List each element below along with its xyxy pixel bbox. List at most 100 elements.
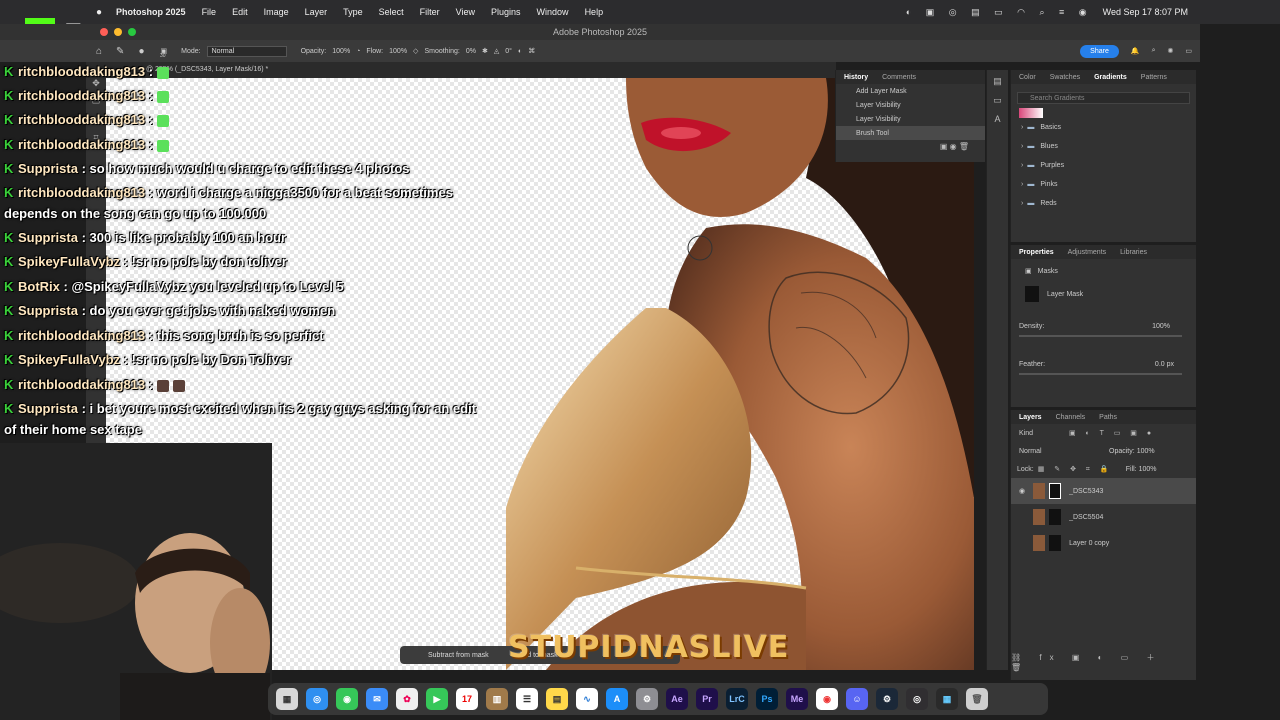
angle-value[interactable]: 0° xyxy=(505,48,512,55)
history-panel-icon[interactable]: ▤ xyxy=(987,76,1008,87)
layer-filter-icons[interactable]: ▣ ◐ T ▭ ▣ ● xyxy=(1069,429,1155,437)
obs-icon[interactable]: ◎ xyxy=(906,688,928,710)
menu-file[interactable]: File xyxy=(202,7,217,17)
brush-tool-icon[interactable]: ✎ xyxy=(116,46,124,57)
menu-plugins[interactable]: Plugins xyxy=(491,7,521,17)
lightroom-classic-icon[interactable]: LrC xyxy=(726,688,748,710)
density-value[interactable]: 100% xyxy=(1152,323,1170,330)
gradients-search-input[interactable]: Search Gradients xyxy=(1017,92,1190,104)
gradient-folder[interactable]: › ▬ Pinks xyxy=(1011,175,1196,194)
steam-icon[interactable]: ⚙ xyxy=(876,688,898,710)
gradient-folder[interactable]: › ▬ Reds xyxy=(1011,194,1196,213)
layers-footer-icons[interactable]: ⛓ fx ▣ ◐ ▭ ＋ 🗑 xyxy=(1011,652,1188,672)
tab-layers[interactable]: Layers xyxy=(1019,414,1042,421)
gradient-folder[interactable]: › ▬ Basics xyxy=(1011,118,1196,137)
comments-panel-icon[interactable]: ▭ xyxy=(987,95,1008,106)
history-item[interactable]: Add Layer Mask xyxy=(836,84,985,98)
subtract-from-mask-button[interactable]: Subtract from mask xyxy=(428,652,489,659)
trash-icon[interactable]: 🗑 xyxy=(966,688,988,710)
gradient-folder[interactable]: › ▬ Blues xyxy=(1011,137,1196,156)
feather-slider[interactable] xyxy=(1019,373,1182,375)
status-icons[interactable]: ◐ ▣ ◎ ▤ ▭ ◠ ⌕ ≡ ◉ xyxy=(906,7,1093,18)
menu-window[interactable]: Window xyxy=(537,7,569,17)
messages-icon[interactable]: ◉ xyxy=(336,688,358,710)
menu-help[interactable]: Help xyxy=(585,7,604,17)
layer-row[interactable]: ◉ _DSC5504 xyxy=(1011,504,1196,530)
tab-adjustments[interactable]: Adjustments xyxy=(1068,249,1107,256)
symmetry-icon[interactable]: ⌘ xyxy=(528,47,535,55)
reminders-icon[interactable]: ☰ xyxy=(516,688,538,710)
feather-value[interactable]: 0.0 px xyxy=(1155,361,1174,368)
share-button[interactable]: Share xyxy=(1080,44,1119,58)
menu-edit[interactable]: Edit xyxy=(232,7,248,17)
grid-app-icon[interactable]: ▦ xyxy=(936,688,958,710)
chrome-icon[interactable]: ◉ xyxy=(816,688,838,710)
tab-gradients[interactable]: Gradients xyxy=(1094,74,1127,81)
files-icon[interactable]: ▥ xyxy=(486,688,508,710)
history-item[interactable]: Layer Visibility xyxy=(836,112,985,126)
gradient-folder[interactable]: › ▬ Purples xyxy=(1011,156,1196,175)
mode-select[interactable]: Normal xyxy=(206,45,287,57)
smoothing-value[interactable]: 0% xyxy=(466,48,476,55)
window-minimize-icon[interactable] xyxy=(114,28,122,36)
eye-icon[interactable]: ◉ xyxy=(1019,513,1025,521)
layer-kind-filter[interactable]: Kind xyxy=(1019,430,1069,437)
menubar-app-name[interactable]: Photoshop 2025 xyxy=(116,7,186,17)
photoshop-icon[interactable]: Ps xyxy=(756,688,778,710)
pressure-opacity-icon[interactable]: ◔ xyxy=(356,48,360,55)
menubar-clock[interactable]: Wed Sep 17 8:07 PM xyxy=(1103,7,1188,17)
photos-icon[interactable]: ✿ xyxy=(396,688,418,710)
fill-value[interactable]: 100% xyxy=(1139,466,1157,473)
tab-comments[interactable]: Comments xyxy=(882,74,916,81)
blend-mode-select[interactable]: Normal xyxy=(1019,448,1109,455)
mail-icon[interactable]: ✉ xyxy=(366,688,388,710)
notes-icon[interactable]: ▤ xyxy=(546,688,568,710)
menu-filter[interactable]: Filter xyxy=(420,7,440,17)
layer-opacity-value[interactable]: 100% xyxy=(1137,448,1155,455)
notifications-icon[interactable]: 🔔 xyxy=(1131,47,1140,55)
eye-icon[interactable]: ◉ xyxy=(1019,539,1025,547)
layer-row[interactable]: ◉ _DSC5343 xyxy=(1011,478,1196,504)
app-store-icon[interactable]: A xyxy=(606,688,628,710)
lock-icons[interactable]: ▦ ✎ ✥ ⌗ 🔒 xyxy=(1038,465,1116,474)
smoothing-settings-icon[interactable]: ✱ xyxy=(482,47,488,55)
workspace-icon[interactable]: ▭ xyxy=(1185,47,1192,55)
menu-view[interactable]: View xyxy=(456,7,475,17)
tab-history[interactable]: History xyxy=(844,74,868,81)
calendar-icon[interactable]: 17 xyxy=(456,688,478,710)
window-close-icon[interactable] xyxy=(100,28,108,36)
eye-icon[interactable]: ◉ xyxy=(1019,487,1025,495)
tab-channels[interactable]: Channels xyxy=(1056,414,1086,421)
history-item[interactable]: Layer Visibility xyxy=(836,98,985,112)
tab-paths[interactable]: Paths xyxy=(1099,414,1117,421)
tab-libraries[interactable]: Libraries xyxy=(1120,249,1147,256)
search-icon[interactable]: ⌕ xyxy=(1152,47,1156,55)
apple-icon[interactable]: ● xyxy=(96,7,102,18)
density-slider[interactable] xyxy=(1019,335,1182,337)
menu-image[interactable]: Image xyxy=(264,7,289,17)
premiere-icon[interactable]: Pr xyxy=(696,688,718,710)
window-zoom-icon[interactable] xyxy=(128,28,136,36)
discord-icon[interactable]: ☺ xyxy=(846,688,868,710)
safari-icon[interactable]: ◎ xyxy=(306,688,328,710)
pressure-size-icon[interactable]: ◐ xyxy=(518,48,522,55)
tab-color[interactable]: Color xyxy=(1019,74,1036,81)
launchpad-icon[interactable]: ▦ xyxy=(276,688,298,710)
tab-properties[interactable]: Properties xyxy=(1019,249,1054,256)
discover-icon[interactable]: ✺ xyxy=(1168,47,1174,55)
layer-mask-row[interactable]: Layer Mask xyxy=(1011,283,1196,305)
home-icon[interactable]: ⌂ xyxy=(96,46,102,57)
menu-type[interactable]: Type xyxy=(343,7,363,17)
media-encoder-icon[interactable]: Me xyxy=(786,688,808,710)
facetime-icon[interactable]: ▶ xyxy=(426,688,448,710)
settings-icon[interactable]: ⚙ xyxy=(636,688,658,710)
tab-swatches[interactable]: Swatches xyxy=(1050,74,1080,81)
document-tab[interactable]: @ 255% (_DSC5343, Layer Mask/16) * xyxy=(86,62,836,78)
opacity-value[interactable]: 100% xyxy=(332,48,350,55)
airbrush-icon[interactable]: ◇ xyxy=(413,47,418,55)
brush-preset-icon[interactable]: ● xyxy=(138,46,144,57)
layer-row[interactable]: ◉ Layer 0 copy xyxy=(1011,530,1196,556)
menu-layer[interactable]: Layer xyxy=(305,7,328,17)
history-item[interactable]: Brush Tool xyxy=(836,126,985,140)
after-effects-icon[interactable]: Ae xyxy=(666,688,688,710)
